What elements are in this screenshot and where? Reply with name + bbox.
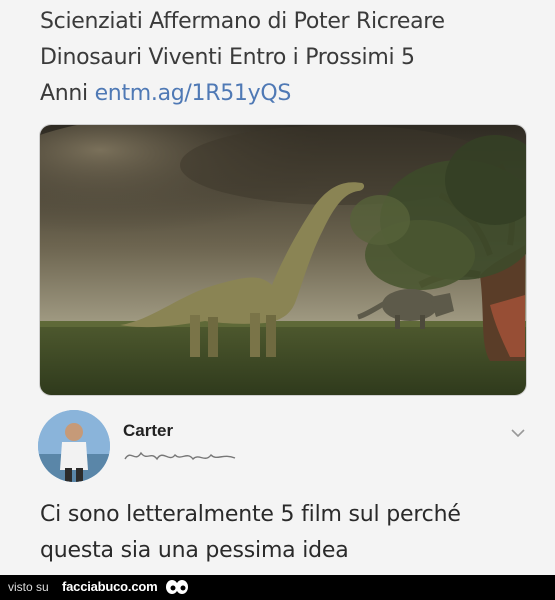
reply-comment: Carter Ci sono letteralmente 5 film sul … [0, 405, 555, 575]
avatar-photo-icon [38, 410, 110, 482]
eyes-icon [166, 580, 188, 594]
avatar[interactable] [38, 410, 110, 482]
post-card: Scienziati Affermano di Poter Ricreare D… [0, 0, 555, 575]
watermark-footer: visto su facciabuco.com [0, 575, 555, 600]
post-image[interactable] [39, 124, 527, 396]
dinosaur-scene-image [40, 125, 526, 395]
headline-line-1: Scienziati Affermano di Poter Ricreare [40, 9, 445, 34]
post-headline: Scienziati Affermano di Poter Ricreare D… [40, 4, 540, 112]
redacted-handle-icon [124, 451, 236, 461]
reply-text: Ci sono letteralmente 5 film sul perché … [40, 497, 540, 569]
reply-author-name[interactable]: Carter [123, 421, 173, 441]
reply-text-line-2: questa sia una pessima idea [40, 538, 349, 563]
headline-line-3: Anni entm.ag/1R51yQS [40, 76, 540, 112]
chevron-down-icon[interactable] [510, 427, 526, 439]
headline-line-3-prefix: Anni [40, 81, 88, 106]
footer-visto-label: visto su [8, 580, 49, 594]
headline-link[interactable]: entm.ag/1R51yQS [95, 81, 292, 106]
headline-line-2: Dinosauri Viventi Entro i Prossimi 5 [40, 45, 415, 70]
reply-text-line-1: Ci sono letteralmente 5 film sul perché [40, 502, 461, 527]
footer-brand[interactable]: facciabuco.com [62, 579, 158, 594]
